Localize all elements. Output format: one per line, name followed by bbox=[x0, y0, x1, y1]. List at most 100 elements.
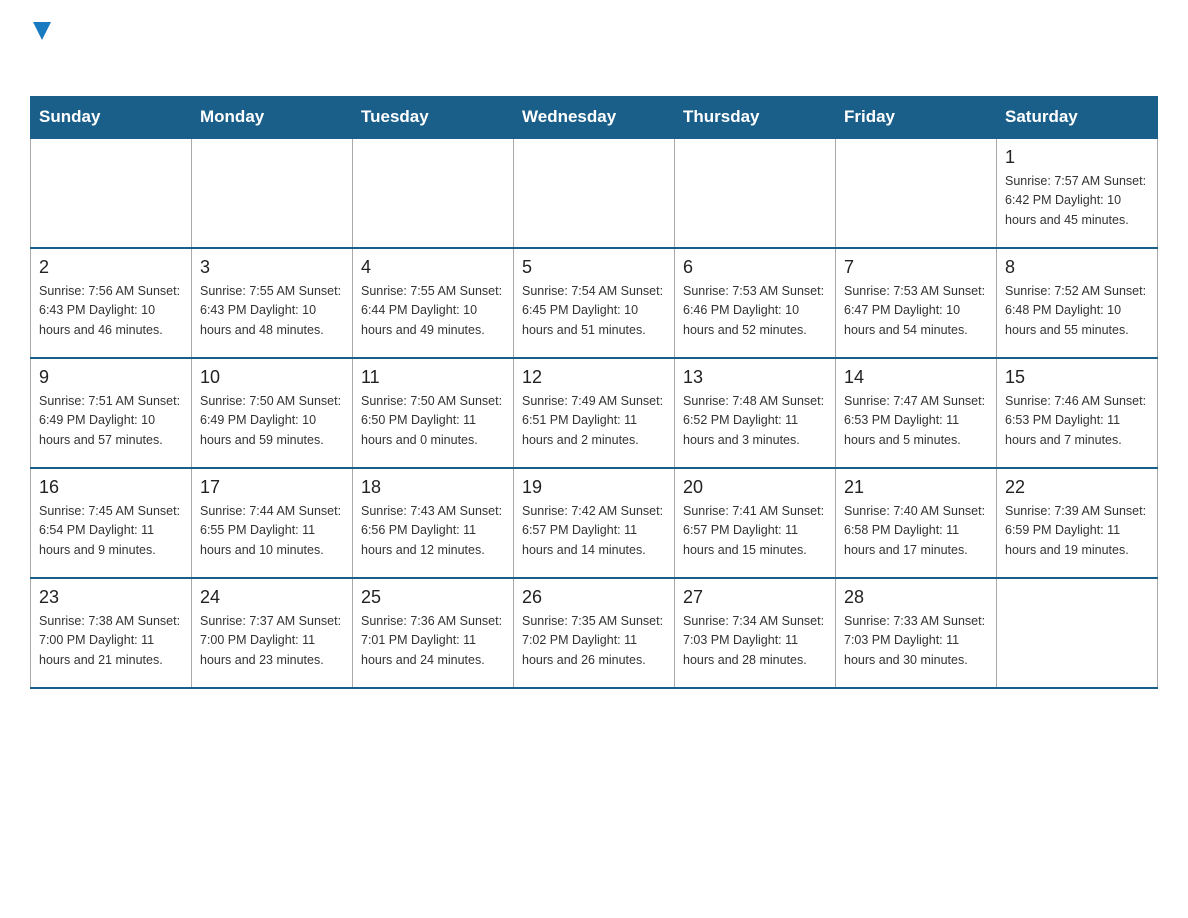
table-row: 3 Sunrise: 7:55 AM Sunset: 6:43 PM Daylig… bbox=[192, 248, 353, 358]
table-row: 23 Sunrise: 7:38 AM Sunset: 7:00 PM Dayli… bbox=[31, 578, 192, 688]
header-wednesday: Wednesday bbox=[514, 97, 675, 139]
table-row: 22 Sunrise: 7:39 AM Sunset: 6:59 PM Dayli… bbox=[997, 468, 1158, 578]
day-number: 9 bbox=[39, 367, 183, 388]
table-row: 6 Sunrise: 7:53 AM Sunset: 6:46 PM Daylig… bbox=[675, 248, 836, 358]
day-info: Sunrise: 7:39 AM Sunset: 6:59 PM Dayligh… bbox=[1005, 502, 1149, 560]
header-thursday: Thursday bbox=[675, 97, 836, 139]
day-info: Sunrise: 7:45 AM Sunset: 6:54 PM Dayligh… bbox=[39, 502, 183, 560]
header-tuesday: Tuesday bbox=[353, 97, 514, 139]
table-row: 14 Sunrise: 7:47 AM Sunset: 6:53 PM Dayli… bbox=[836, 358, 997, 468]
table-row: 9 Sunrise: 7:51 AM Sunset: 6:49 PM Daylig… bbox=[31, 358, 192, 468]
day-info: Sunrise: 7:35 AM Sunset: 7:02 PM Dayligh… bbox=[522, 612, 666, 670]
table-row: 8 Sunrise: 7:52 AM Sunset: 6:48 PM Daylig… bbox=[997, 248, 1158, 358]
table-row: 17 Sunrise: 7:44 AM Sunset: 6:55 PM Dayli… bbox=[192, 468, 353, 578]
table-row: 26 Sunrise: 7:35 AM Sunset: 7:02 PM Dayli… bbox=[514, 578, 675, 688]
table-row: 19 Sunrise: 7:42 AM Sunset: 6:57 PM Dayli… bbox=[514, 468, 675, 578]
table-row bbox=[192, 138, 353, 248]
day-info: Sunrise: 7:37 AM Sunset: 7:00 PM Dayligh… bbox=[200, 612, 344, 670]
day-info: Sunrise: 7:52 AM Sunset: 6:48 PM Dayligh… bbox=[1005, 282, 1149, 340]
day-number: 1 bbox=[1005, 147, 1149, 168]
day-info: Sunrise: 7:47 AM Sunset: 6:53 PM Dayligh… bbox=[844, 392, 988, 450]
table-row: 21 Sunrise: 7:40 AM Sunset: 6:58 PM Dayli… bbox=[836, 468, 997, 578]
day-number: 22 bbox=[1005, 477, 1149, 498]
day-number: 24 bbox=[200, 587, 344, 608]
table-row: 4 Sunrise: 7:55 AM Sunset: 6:44 PM Daylig… bbox=[353, 248, 514, 358]
logo bbox=[30, 20, 51, 76]
table-row: 13Sunrise: 7:48 AM Sunset: 6:52 PM Dayli… bbox=[675, 358, 836, 468]
header-saturday: Saturday bbox=[997, 97, 1158, 139]
table-row: 20Sunrise: 7:41 AM Sunset: 6:57 PM Dayli… bbox=[675, 468, 836, 578]
table-row: 2 Sunrise: 7:56 AM Sunset: 6:43 PM Daylig… bbox=[31, 248, 192, 358]
week-row-1: 1 Sunrise: 7:57 AM Sunset: 6:42 PM Daylig… bbox=[31, 138, 1158, 248]
table-row bbox=[31, 138, 192, 248]
day-number: 4 bbox=[361, 257, 505, 278]
page-header bbox=[30, 20, 1158, 76]
table-row: 25 Sunrise: 7:36 AM Sunset: 7:01 PM Dayli… bbox=[353, 578, 514, 688]
table-row: 15 Sunrise: 7:46 AM Sunset: 6:53 PM Dayli… bbox=[997, 358, 1158, 468]
table-row bbox=[997, 578, 1158, 688]
table-row: 1 Sunrise: 7:57 AM Sunset: 6:42 PM Daylig… bbox=[997, 138, 1158, 248]
day-info: Sunrise: 7:40 AM Sunset: 6:58 PM Dayligh… bbox=[844, 502, 988, 560]
day-number: 14 bbox=[844, 367, 988, 388]
calendar-table: Sunday Monday Tuesday Wednesday Thursday… bbox=[30, 96, 1158, 689]
table-row bbox=[675, 138, 836, 248]
day-info: Sunrise: 7:55 AM Sunset: 6:43 PM Dayligh… bbox=[200, 282, 344, 340]
day-info: Sunrise: 7:54 AM Sunset: 6:45 PM Dayligh… bbox=[522, 282, 666, 340]
table-row: 18 Sunrise: 7:43 AM Sunset: 6:56 PM Dayli… bbox=[353, 468, 514, 578]
day-info: Sunrise: 7:36 AM Sunset: 7:01 PM Dayligh… bbox=[361, 612, 505, 670]
day-number: 21 bbox=[844, 477, 988, 498]
day-info: Sunrise: 7:57 AM Sunset: 6:42 PM Dayligh… bbox=[1005, 172, 1149, 230]
day-number: 23 bbox=[39, 587, 183, 608]
day-number: 25 bbox=[361, 587, 505, 608]
day-info: Sunrise: 7:42 AM Sunset: 6:57 PM Dayligh… bbox=[522, 502, 666, 560]
day-info: Sunrise: 7:53 AM Sunset: 6:46 PM Dayligh… bbox=[683, 282, 827, 340]
table-row bbox=[836, 138, 997, 248]
day-number: 10 bbox=[200, 367, 344, 388]
day-number: 12 bbox=[522, 367, 666, 388]
day-number: 15 bbox=[1005, 367, 1149, 388]
day-number: 3 bbox=[200, 257, 344, 278]
logo-arrow-icon bbox=[33, 22, 51, 44]
day-info: Sunrise: 7:38 AM Sunset: 7:00 PM Dayligh… bbox=[39, 612, 183, 670]
day-info: Sunrise: 7:56 AM Sunset: 6:43 PM Dayligh… bbox=[39, 282, 183, 340]
day-info: Sunrise: 7:50 AM Sunset: 6:50 PM Dayligh… bbox=[361, 392, 505, 450]
day-info: Sunrise: 7:43 AM Sunset: 6:56 PM Dayligh… bbox=[361, 502, 505, 560]
day-info: Sunrise: 7:50 AM Sunset: 6:49 PM Dayligh… bbox=[200, 392, 344, 450]
header-monday: Monday bbox=[192, 97, 353, 139]
day-info: Sunrise: 7:44 AM Sunset: 6:55 PM Dayligh… bbox=[200, 502, 344, 560]
day-info: Sunrise: 7:51 AM Sunset: 6:49 PM Dayligh… bbox=[39, 392, 183, 450]
day-number: 19 bbox=[522, 477, 666, 498]
day-info: Sunrise: 7:49 AM Sunset: 6:51 PM Dayligh… bbox=[522, 392, 666, 450]
table-row: 12 Sunrise: 7:49 AM Sunset: 6:51 PM Dayli… bbox=[514, 358, 675, 468]
day-number: 6 bbox=[683, 257, 827, 278]
day-info: Sunrise: 7:48 AM Sunset: 6:52 PM Dayligh… bbox=[683, 392, 827, 450]
header-sunday: Sunday bbox=[31, 97, 192, 139]
day-info: Sunrise: 7:41 AM Sunset: 6:57 PM Dayligh… bbox=[683, 502, 827, 560]
day-number: 26 bbox=[522, 587, 666, 608]
table-row: 11 Sunrise: 7:50 AM Sunset: 6:50 PM Dayli… bbox=[353, 358, 514, 468]
day-info: Sunrise: 7:53 AM Sunset: 6:47 PM Dayligh… bbox=[844, 282, 988, 340]
day-info: Sunrise: 7:55 AM Sunset: 6:44 PM Dayligh… bbox=[361, 282, 505, 340]
day-number: 18 bbox=[361, 477, 505, 498]
day-number: 28 bbox=[844, 587, 988, 608]
day-number: 8 bbox=[1005, 257, 1149, 278]
day-info: Sunrise: 7:46 AM Sunset: 6:53 PM Dayligh… bbox=[1005, 392, 1149, 450]
table-row bbox=[353, 138, 514, 248]
week-row-3: 9 Sunrise: 7:51 AM Sunset: 6:49 PM Daylig… bbox=[31, 358, 1158, 468]
day-number: 7 bbox=[844, 257, 988, 278]
day-info: Sunrise: 7:34 AM Sunset: 7:03 PM Dayligh… bbox=[683, 612, 827, 670]
weekday-header-row: Sunday Monday Tuesday Wednesday Thursday… bbox=[31, 97, 1158, 139]
day-number: 2 bbox=[39, 257, 183, 278]
day-number: 5 bbox=[522, 257, 666, 278]
header-friday: Friday bbox=[836, 97, 997, 139]
table-row: 28 Sunrise: 7:33 AM Sunset: 7:03 PM Dayli… bbox=[836, 578, 997, 688]
table-row: 10 Sunrise: 7:50 AM Sunset: 6:49 PM Dayli… bbox=[192, 358, 353, 468]
table-row: 16 Sunrise: 7:45 AM Sunset: 6:54 PM Dayli… bbox=[31, 468, 192, 578]
table-row: 27Sunrise: 7:34 AM Sunset: 7:03 PM Dayli… bbox=[675, 578, 836, 688]
day-info: Sunrise: 7:33 AM Sunset: 7:03 PM Dayligh… bbox=[844, 612, 988, 670]
table-row: 7 Sunrise: 7:53 AM Sunset: 6:47 PM Daylig… bbox=[836, 248, 997, 358]
week-row-2: 2 Sunrise: 7:56 AM Sunset: 6:43 PM Daylig… bbox=[31, 248, 1158, 358]
day-number: 17 bbox=[200, 477, 344, 498]
day-number: 16 bbox=[39, 477, 183, 498]
day-number: 11 bbox=[361, 367, 505, 388]
